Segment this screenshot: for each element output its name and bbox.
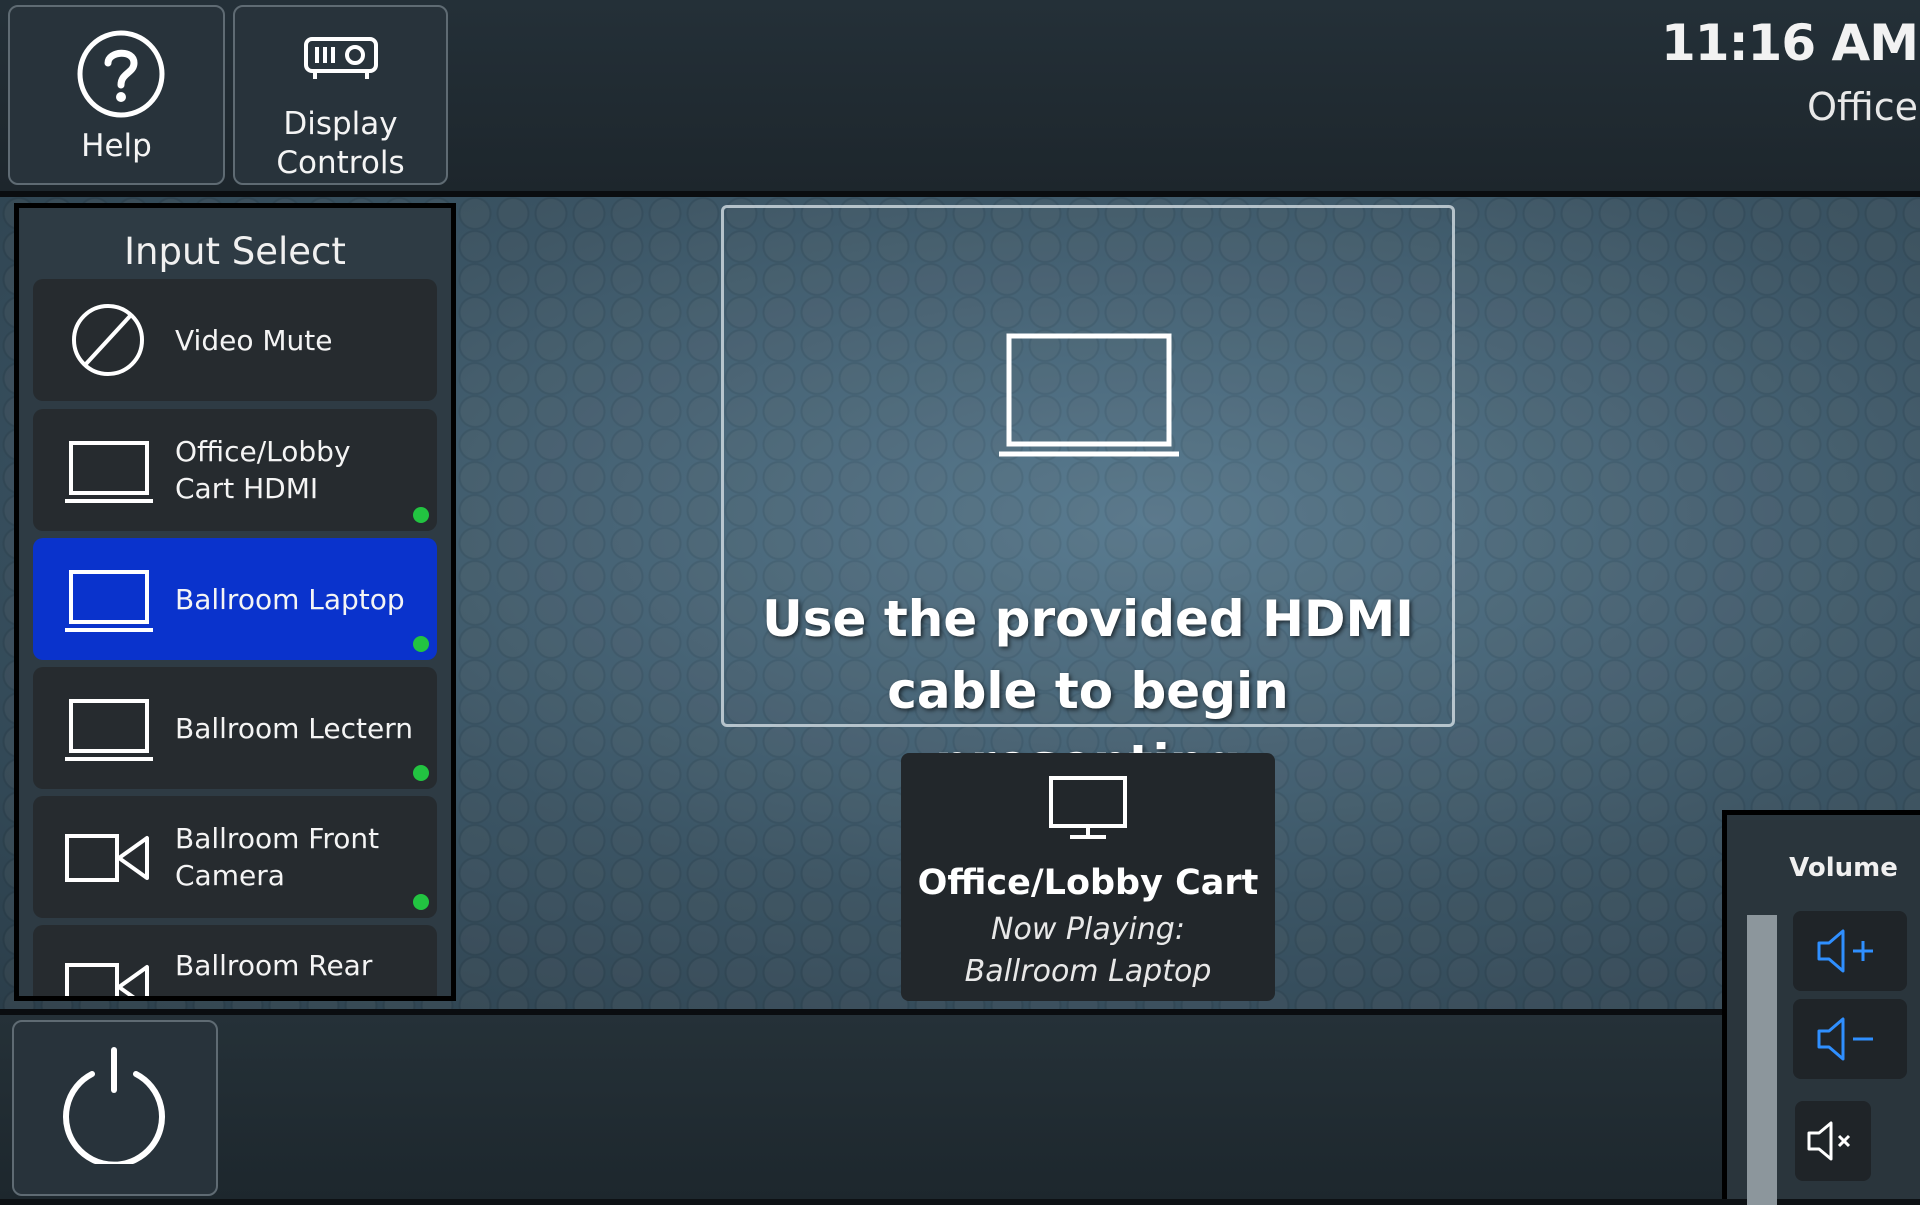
help-label: Help — [81, 128, 152, 164]
help-icon — [77, 30, 165, 118]
room-name: Office — [1807, 85, 1918, 129]
camera-icon — [65, 963, 149, 996]
source-label: Ballroom Rear — [175, 949, 373, 982]
source-office-lobby-cart-hdmi[interactable]: Office/Lobby Cart HDMI — [33, 409, 437, 531]
camera-icon — [65, 834, 149, 882]
display-controls-button[interactable]: Display Controls — [233, 5, 448, 185]
source-label: Office/Lobby Cart HDMI — [175, 435, 351, 505]
laptop-icon — [65, 699, 153, 761]
source-ballroom-laptop[interactable]: Ballroom Laptop — [33, 538, 437, 660]
volume-panel: Volume — [1722, 810, 1920, 1205]
volume-up-icon — [1817, 929, 1873, 973]
volume-down-button[interactable] — [1793, 999, 1907, 1079]
display-controls-line2: Controls — [276, 145, 405, 181]
source-label: Ballroom Front Camera — [175, 822, 380, 892]
signal-indicator — [413, 765, 429, 781]
source-label: Video Mute — [175, 323, 333, 357]
source-label: Ballroom Lectern — [175, 711, 413, 745]
source-video-mute[interactable]: Video Mute — [33, 279, 437, 401]
presentation-instructions: Use the provided HDMI cable to begin pre… — [721, 205, 1455, 792]
source-ballroom-rear[interactable]: Ballroom Rear — [33, 925, 437, 996]
power-button[interactable] — [12, 1020, 218, 1196]
video-mute-icon — [72, 304, 144, 376]
laptop-icon — [65, 570, 153, 632]
volume-mute-button[interactable] — [1795, 1101, 1871, 1181]
display-name: Office/Lobby Cart — [917, 863, 1259, 903]
input-select-title: Input Select — [124, 230, 346, 273]
source-label: Ballroom Laptop — [175, 582, 405, 616]
monitor-icon — [1049, 776, 1127, 839]
laptop-icon — [999, 333, 1179, 457]
volume-down-icon — [1817, 1017, 1873, 1061]
top-bar: Help Display Controls 11:16 AM Office — [0, 0, 1920, 197]
display-controls-line1: Display — [283, 106, 398, 142]
bottom-bar — [0, 1009, 1722, 1199]
display-status-card[interactable]: Office/Lobby Cart Now Playing: Ballroom … — [901, 753, 1275, 1001]
projector-icon — [304, 37, 378, 79]
help-button[interactable]: Help — [8, 5, 225, 185]
volume-title: Volume — [1789, 853, 1898, 883]
signal-indicator — [413, 894, 429, 910]
signal-indicator — [413, 636, 429, 652]
display-controls-label: Display Controls — [235, 105, 446, 183]
volume-mute-icon — [1807, 1121, 1851, 1161]
volume-slider[interactable] — [1747, 915, 1777, 1205]
source-ballroom-lectern[interactable]: Ballroom Lectern — [33, 667, 437, 789]
now-playing: Now Playing: Ballroom Laptop — [964, 912, 1212, 989]
laptop-icon — [65, 441, 153, 503]
clock: 11:16 AM — [1660, 14, 1919, 72]
volume-up-button[interactable] — [1793, 911, 1907, 991]
power-icon — [63, 1047, 165, 1164]
signal-indicator — [413, 507, 429, 523]
input-select-panel: Input Select Video Mute Office/Lobby Car… — [14, 203, 456, 1001]
source-ballroom-front-camera[interactable]: Ballroom Front Camera — [33, 796, 437, 918]
